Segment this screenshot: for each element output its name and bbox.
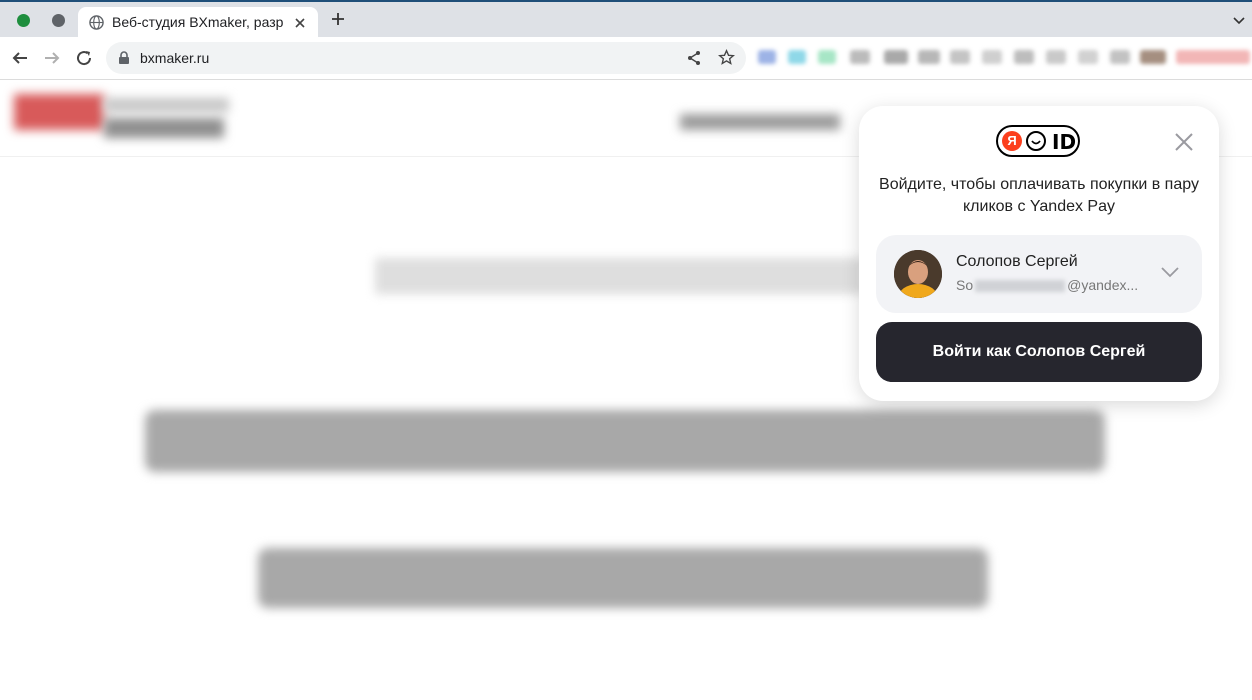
reload-icon[interactable] bbox=[75, 49, 93, 67]
extension-icon[interactable] bbox=[884, 50, 908, 64]
browser-tab[interactable]: Веб-студия BXmaker, разр bbox=[78, 7, 318, 37]
hero-heading-line1 bbox=[145, 410, 1105, 472]
avatar bbox=[894, 250, 942, 298]
extension-icon[interactable] bbox=[758, 50, 776, 64]
site-nav-link[interactable] bbox=[680, 114, 840, 130]
window-control-gray[interactable] bbox=[52, 14, 65, 27]
email-redaction bbox=[975, 280, 1066, 293]
extension-icon[interactable] bbox=[1046, 50, 1066, 64]
star-icon[interactable] bbox=[718, 49, 735, 66]
popup-message: Войдите, чтобы оплачивать покупки в пару… bbox=[879, 176, 1199, 215]
window-control-green[interactable] bbox=[17, 14, 30, 27]
extension-icon[interactable] bbox=[788, 50, 806, 64]
back-icon[interactable] bbox=[11, 49, 29, 67]
profile-avatar[interactable] bbox=[1140, 50, 1166, 64]
site-logo-text bbox=[104, 98, 229, 112]
account-name: Солопов Сергей bbox=[956, 253, 1078, 270]
forward-icon[interactable] bbox=[43, 49, 61, 67]
extension-icon[interactable] bbox=[850, 50, 870, 64]
extension-icon[interactable] bbox=[1078, 50, 1098, 64]
yandex-logo-icon: Я bbox=[1002, 131, 1022, 151]
address-bar[interactable]: bxmaker.ru bbox=[106, 42, 746, 74]
extension-icon[interactable] bbox=[918, 50, 940, 64]
chevron-down-icon[interactable] bbox=[1232, 13, 1246, 27]
extension-icon[interactable] bbox=[950, 50, 970, 64]
lock-icon bbox=[119, 51, 129, 64]
smile-icon bbox=[1026, 131, 1046, 151]
id-logo-text: ID bbox=[1052, 130, 1077, 154]
browser-toolbar: bxmaker.ru bbox=[0, 37, 1252, 80]
tab-title: Веб-студия BXmaker, разр bbox=[112, 14, 284, 30]
site-logo-subtext bbox=[104, 118, 224, 138]
share-icon[interactable] bbox=[686, 50, 702, 66]
globe-icon bbox=[89, 15, 104, 30]
plus-icon[interactable] bbox=[330, 11, 346, 27]
chevron-down-icon[interactable] bbox=[1160, 265, 1180, 279]
extension-icon[interactable] bbox=[982, 50, 1002, 64]
browser-menu-area[interactable] bbox=[1176, 50, 1250, 64]
site-logo[interactable] bbox=[14, 94, 104, 130]
yandex-id-logo: Я ID bbox=[996, 125, 1080, 157]
hero-heading-line2 bbox=[258, 548, 988, 608]
extension-icon[interactable] bbox=[1110, 50, 1130, 64]
close-icon[interactable] bbox=[1173, 131, 1195, 153]
account-email: So @yandex... bbox=[956, 277, 1138, 293]
url-text: bxmaker.ru bbox=[140, 50, 210, 66]
account-selector[interactable]: Солопов Сергей So @yandex... bbox=[876, 235, 1202, 313]
login-as-button[interactable]: Войти как Солопов Сергей bbox=[876, 322, 1202, 382]
account-email-prefix: So bbox=[956, 277, 974, 293]
close-icon[interactable] bbox=[294, 17, 306, 29]
account-email-suffix: @yandex... bbox=[1067, 277, 1139, 293]
yandex-id-popup: Я ID Войдите, чтобы оплачивать покупки в… bbox=[859, 106, 1219, 401]
extension-icon[interactable] bbox=[1014, 50, 1034, 64]
hero-subtitle bbox=[375, 258, 865, 294]
extension-icon[interactable] bbox=[818, 50, 836, 64]
tab-strip: Веб-студия BXmaker, разр bbox=[0, 2, 1252, 37]
